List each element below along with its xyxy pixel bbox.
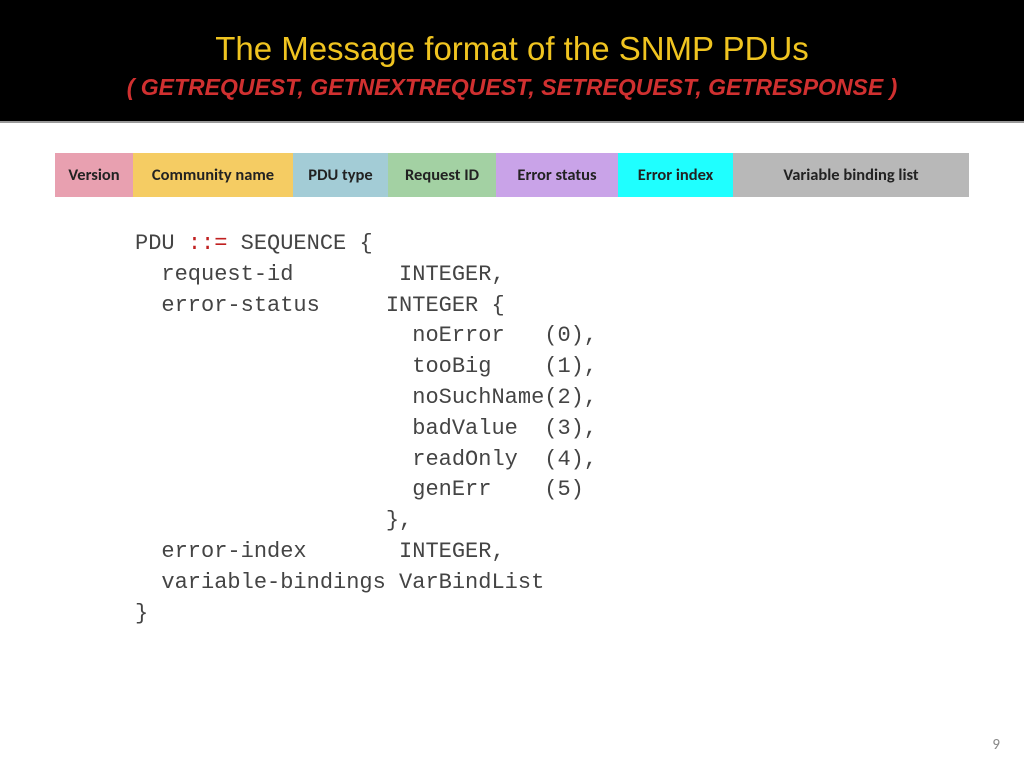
code-line-9: genErr (5) bbox=[135, 477, 584, 502]
code-line-13: } bbox=[135, 601, 148, 626]
field-pdu-type: PDU type bbox=[293, 153, 388, 197]
code-line-10: }, bbox=[135, 508, 412, 533]
code-line-7: badValue (3), bbox=[135, 416, 597, 441]
code-line-5: tooBig (1), bbox=[135, 354, 597, 379]
code-line-2: request-id INTEGER, bbox=[135, 262, 505, 287]
pdu-fields-row: Version Community name PDU type Request … bbox=[55, 153, 969, 197]
asn1-code-block: PDU ::= SEQUENCE { request-id INTEGER, e… bbox=[135, 229, 969, 629]
code-line-6: noSuchName(2), bbox=[135, 385, 597, 410]
slide-content: Version Community name PDU type Request … bbox=[0, 123, 1024, 629]
code-line-4: noError (0), bbox=[135, 323, 597, 348]
code-line-8: readOnly (4), bbox=[135, 447, 597, 472]
slide-header: The Message format of the SNMP PDUs ( GE… bbox=[0, 0, 1024, 123]
field-request-id: Request ID bbox=[388, 153, 496, 197]
code-line-1c: SEQUENCE { bbox=[227, 231, 372, 256]
slide-title: The Message format of the SNMP PDUs bbox=[20, 30, 1004, 68]
code-line-3: error-status INTEGER { bbox=[135, 293, 505, 318]
code-line-11: error-index INTEGER, bbox=[135, 539, 505, 564]
slide-subtitle: ( GETREQUEST, GETNEXTREQUEST, SETREQUEST… bbox=[20, 74, 1004, 101]
field-variable-binding-list: Variable binding list bbox=[733, 153, 969, 197]
field-community: Community name bbox=[133, 153, 293, 197]
page-number: 9 bbox=[992, 736, 1000, 754]
code-operator: ::= bbox=[188, 231, 228, 256]
code-line-12: variable-bindings VarBindList bbox=[135, 570, 544, 595]
field-error-index: Error index bbox=[618, 153, 733, 197]
code-line-1a: PDU bbox=[135, 231, 188, 256]
field-error-status: Error status bbox=[496, 153, 618, 197]
field-version: Version bbox=[55, 153, 133, 197]
